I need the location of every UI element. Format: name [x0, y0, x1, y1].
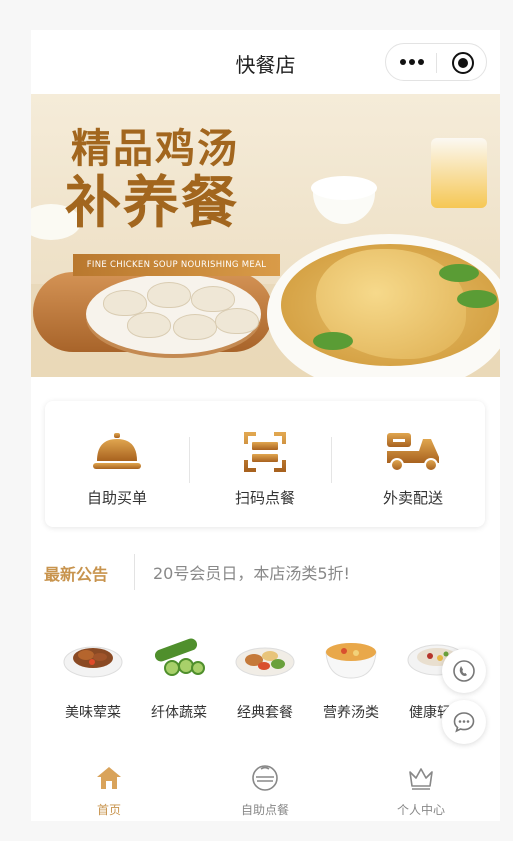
soup-icon — [325, 643, 377, 679]
announcement-divider — [134, 554, 135, 590]
meat-dish-icon — [63, 646, 123, 678]
mini-program-page: 快餐店 精品鸡汤 补养餐 FINE CHICKEN SOUP NOURISHIN… — [31, 30, 500, 821]
service-card: 自助买单 扫码点餐 外卖配送 — [45, 401, 485, 527]
category-label: 美味荤菜 — [65, 705, 121, 721]
scan-order-label: 扫码点餐 — [234, 489, 295, 507]
banner-greens — [439, 264, 479, 282]
banner-ribbon: FINE CHICKEN SOUP NOURISHING MEAL — [73, 254, 280, 276]
banner-rice-bowl — [311, 176, 377, 224]
category-scroll[interactable]: 美味荤菜 纤体蔬菜 经典套餐 营养汤类 健康轻食 — [31, 630, 500, 730]
phone-contact-button[interactable] — [442, 649, 486, 693]
dumpling — [173, 314, 217, 340]
tab-label: 个人中心 — [396, 803, 445, 817]
delivery-button[interactable]: 外卖配送 — [343, 401, 483, 527]
dumpling — [127, 312, 171, 338]
capsule-divider — [436, 53, 437, 73]
phone-icon — [453, 660, 475, 682]
banner-greens — [313, 332, 353, 350]
tab-label: 自助点餐 — [240, 803, 289, 817]
category-item-set-meal[interactable]: 经典套餐 — [222, 630, 308, 730]
delivery-label: 外卖配送 — [382, 489, 443, 507]
scan-icon — [244, 432, 286, 472]
tab-bar: 首页 自助点餐 个人中心 — [31, 756, 500, 821]
category-label: 经典套餐 — [237, 705, 293, 721]
tab-label: 首页 — [96, 803, 121, 817]
category-label: 营养汤类 — [323, 705, 379, 721]
navigation-bar: 快餐店 — [31, 30, 500, 94]
banner-title: 精品鸡汤 补养餐 — [65, 125, 239, 235]
cucumber-icon — [154, 638, 205, 676]
category-item-meat[interactable]: 美味荤菜 — [50, 630, 136, 730]
more-icon[interactable] — [400, 55, 424, 69]
dumpling — [147, 282, 191, 308]
action-divider — [189, 437, 190, 483]
promo-banner[interactable]: 精品鸡汤 补养餐 FINE CHICKEN SOUP NOURISHING ME… — [31, 94, 500, 377]
banner-title-line2: 补养餐 — [65, 170, 239, 236]
category-item-soup[interactable]: 营养汤类 — [308, 630, 394, 730]
tab-home[interactable]: 首页 — [31, 756, 187, 821]
category-item-vegetables[interactable]: 纤体蔬菜 — [136, 630, 222, 730]
self-checkout-button[interactable]: 自助买单 — [47, 401, 187, 527]
scan-order-button[interactable]: 扫码点餐 — [195, 401, 335, 527]
announcement-tag: 最新公告 — [44, 565, 109, 584]
banner-title-line1: 精品鸡汤 — [71, 125, 239, 172]
action-divider — [331, 437, 332, 483]
set-meal-icon — [235, 647, 295, 677]
tab-self-order[interactable]: 自助点餐 — [187, 756, 343, 821]
chat-button[interactable] — [442, 700, 486, 744]
home-icon — [97, 767, 121, 789]
scooter-icon — [387, 433, 439, 472]
close-miniprogram-icon[interactable] — [452, 52, 474, 74]
dumpling — [215, 308, 259, 334]
crown-icon — [409, 768, 433, 790]
cloche-icon — [93, 433, 141, 469]
banner-glass — [431, 138, 487, 208]
announcement-bar[interactable]: 最新公告 20号会员日，本店汤类5折! — [31, 552, 500, 592]
announcement-text: 20号会员日，本店汤类5折! — [153, 564, 350, 583]
self-checkout-label: 自助买单 — [86, 489, 147, 507]
banner-greens — [457, 290, 497, 308]
chat-icon — [453, 712, 475, 733]
capsule-menu — [385, 43, 487, 81]
bowl-icon — [252, 765, 278, 791]
category-label: 纤体蔬菜 — [151, 705, 207, 721]
tab-profile[interactable]: 个人中心 — [343, 756, 499, 821]
